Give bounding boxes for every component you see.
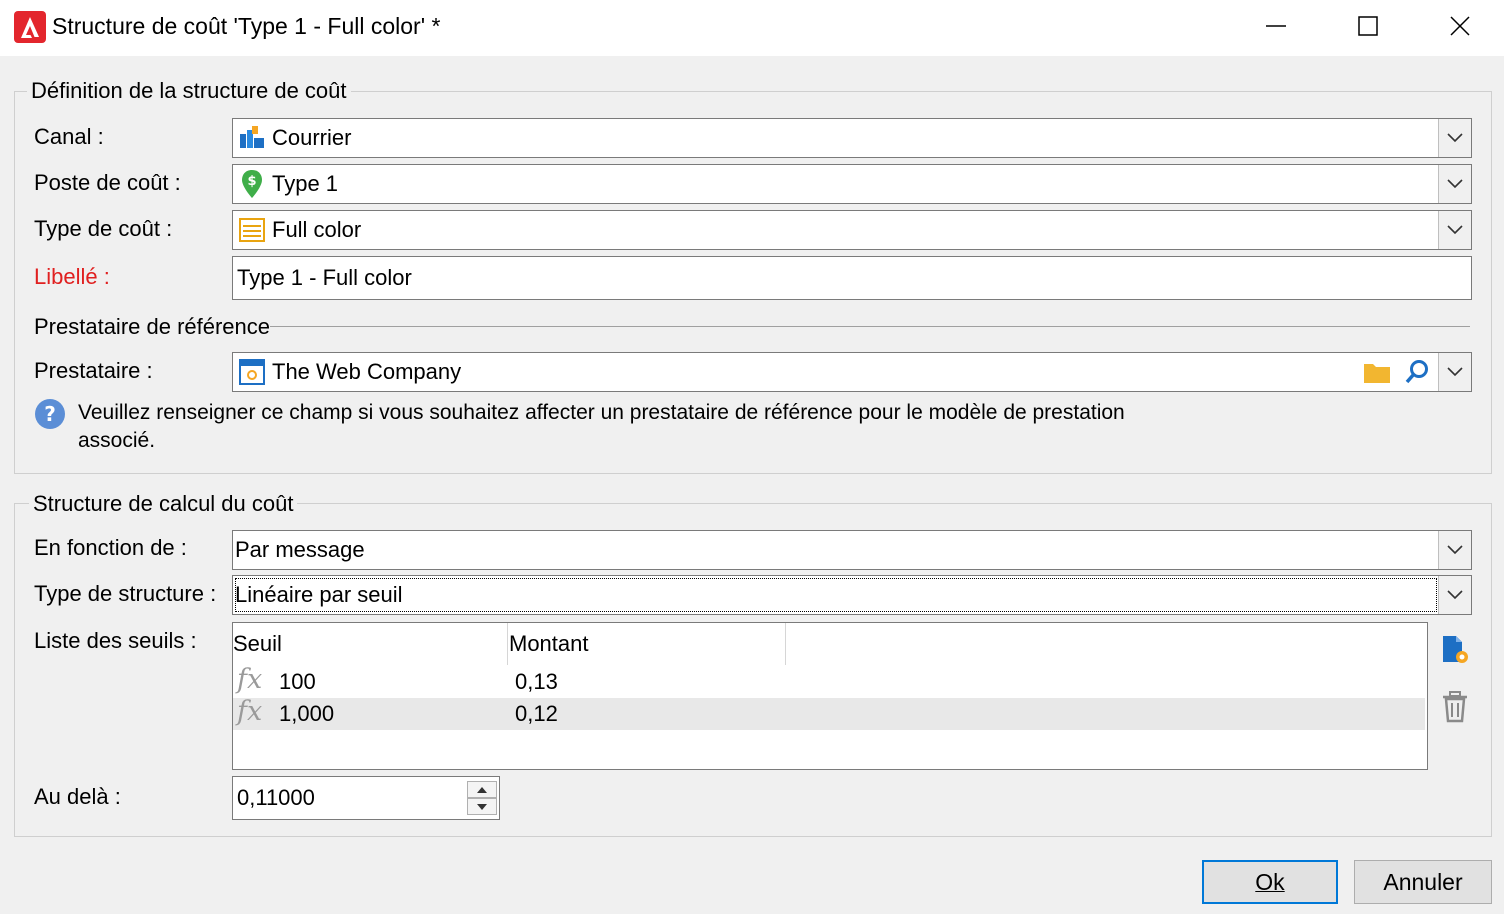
provider-label: Prestataire : [34, 358, 153, 383]
cost-item-label: Poste de coût : [34, 170, 181, 195]
focus-rectangle [235, 578, 1437, 612]
folder-icon [1364, 364, 1390, 383]
svg-text:$: $ [247, 174, 256, 189]
provider-dropdown-button[interactable] [1438, 353, 1471, 391]
cost-type-icon [238, 216, 266, 244]
column-header-seuil[interactable]: Seuil [233, 623, 509, 665]
channel-dropdown-button[interactable] [1438, 119, 1471, 157]
beyond-input[interactable]: 0,11000 [232, 776, 500, 820]
cost-type-value: Full color [272, 217, 362, 242]
close-icon [1450, 16, 1470, 36]
arrow-down-icon [477, 803, 487, 810]
cancel-button-label: Annuler [1383, 868, 1463, 895]
cost-type-label: Type de coût : [34, 216, 173, 241]
minimize-button[interactable] [1230, 0, 1322, 52]
based-on-label: En fonction de : [34, 535, 187, 560]
seuil-cell: 1,000 [279, 701, 335, 726]
table-row[interactable]: fx 100 0,13 [233, 664, 1425, 698]
window-title: Structure de coût 'Type 1 - Full color' … [52, 13, 441, 39]
thresholds-list[interactable]: Seuil Montant fx 100 0,13 fx 1,000 0,12 [232, 622, 1428, 770]
beyond-label: Au delà : [34, 784, 121, 809]
structure-type-label: Type de structure : [34, 581, 217, 606]
cancel-button[interactable]: Annuler [1354, 860, 1492, 904]
formula-icon: fx [237, 696, 263, 727]
cost-item-value: Type 1 [272, 171, 339, 196]
beyond-value: 0,11000 [237, 785, 315, 810]
add-threshold-button[interactable] [1440, 632, 1474, 666]
cost-item-dropdown-button[interactable] [1438, 165, 1471, 203]
maximize-button[interactable] [1322, 0, 1414, 52]
column-header-seuil-label: Seuil [233, 631, 282, 656]
search-provider-button[interactable] [1401, 357, 1433, 387]
spin-up-button[interactable] [467, 781, 497, 798]
help-text-line2: associé. [78, 429, 156, 452]
calc-group-title: Structure de calcul du coût [29, 491, 298, 517]
channel-select[interactable]: Courrier [232, 118, 1472, 158]
chevron-down-icon [1447, 545, 1463, 555]
structure-type-select[interactable]: Linéaire par seuil [232, 575, 1472, 615]
column-header-montant[interactable]: Montant [509, 623, 785, 665]
based-on-select[interactable]: Par message [232, 530, 1472, 570]
provider-value: The Web Company [272, 359, 462, 384]
montant-cell: 0,13 [515, 669, 558, 694]
ok-button[interactable]: Ok [1202, 860, 1338, 904]
thresholds-label: Liste des seuils : [34, 628, 197, 653]
chevron-down-icon [1447, 367, 1463, 377]
app-logo-icon [14, 11, 46, 43]
chevron-down-icon [1447, 179, 1463, 189]
chevron-down-icon [1447, 133, 1463, 143]
montant-cell: 0,12 [515, 701, 558, 726]
chevron-down-icon [1447, 225, 1463, 235]
ok-button-label: Ok [1255, 868, 1285, 895]
help-text-line1: Veuillez renseigner ce champ si vous sou… [78, 401, 1125, 424]
wording-value: Type 1 - Full color [237, 265, 412, 290]
provider-icon [238, 358, 266, 386]
based-on-dropdown-button[interactable] [1438, 531, 1471, 569]
structure-type-dropdown-button[interactable] [1438, 576, 1471, 614]
provider-select[interactable]: The Web Company [232, 352, 1472, 392]
spin-down-button[interactable] [467, 798, 497, 815]
wording-input[interactable]: Type 1 - Full color [232, 256, 1472, 300]
open-folder-button[interactable] [1361, 357, 1393, 387]
chevron-down-icon [1447, 590, 1463, 600]
cost-type-select[interactable]: Full color [232, 210, 1472, 250]
reference-provider-section-title: Prestataire de référence [34, 314, 271, 339]
column-divider[interactable] [785, 623, 786, 665]
seuil-cell: 100 [279, 669, 316, 694]
section-separator [270, 326, 1470, 327]
add-row-icon [1443, 636, 1468, 663]
svg-text:?: ? [44, 402, 56, 426]
formula-icon: fx [237, 664, 263, 695]
cost-item-select[interactable]: $ Type 1 [232, 164, 1472, 204]
maximize-icon [1358, 16, 1378, 36]
cost-pin-icon: $ [238, 170, 266, 198]
help-icon: ? [34, 398, 66, 436]
delete-threshold-button[interactable] [1440, 690, 1474, 724]
table-row[interactable]: fx 1,000 0,12 [233, 696, 1425, 730]
channel-label: Canal : [34, 124, 104, 149]
column-divider[interactable] [507, 623, 508, 665]
channel-value: Courrier [272, 125, 352, 150]
based-on-value: Par message [235, 537, 365, 562]
trash-icon [1443, 691, 1467, 723]
search-icon [1405, 360, 1428, 384]
cost-type-dropdown-button[interactable] [1438, 211, 1471, 249]
wording-label: Libellé : [34, 264, 110, 289]
mail-channel-icon [238, 124, 266, 152]
arrow-up-icon [477, 786, 487, 793]
column-header-montant-label: Montant [509, 631, 589, 656]
minimize-icon [1266, 25, 1286, 27]
definition-group-title: Définition de la structure de coût [27, 78, 351, 104]
close-button[interactable] [1414, 0, 1504, 52]
